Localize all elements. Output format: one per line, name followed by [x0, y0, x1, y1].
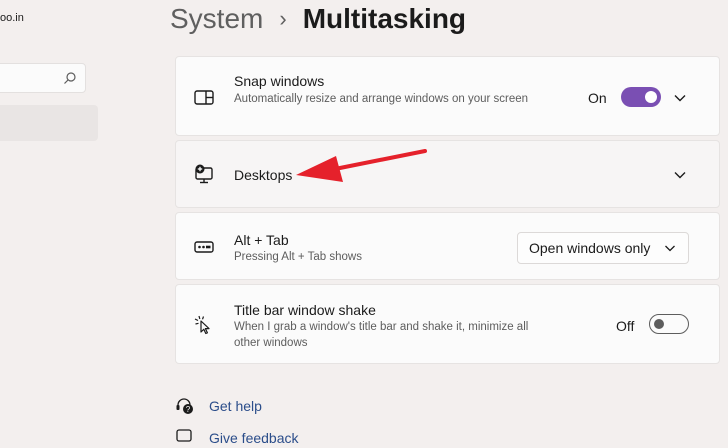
- breadcrumb-system[interactable]: System: [170, 3, 263, 35]
- svg-text:?: ?: [186, 405, 191, 414]
- help-icon: ?: [176, 398, 193, 414]
- give-feedback-label: Give feedback: [209, 430, 299, 446]
- get-help-label: Get help: [209, 398, 262, 414]
- chevron-down-icon[interactable]: [673, 168, 687, 182]
- feedback-icon: [176, 429, 192, 442]
- breadcrumb-separator: ›: [279, 6, 287, 31]
- page-title: Multitasking: [302, 3, 467, 34]
- title-bar-shake-toggle[interactable]: [649, 314, 689, 334]
- title-bar-shake-description: When I grab a window's title bar and sha…: [234, 321, 529, 349]
- snap-windows-toggle[interactable]: [621, 87, 661, 107]
- chevron-down-icon: [665, 245, 675, 252]
- snap-windows-state-label: On: [588, 90, 607, 106]
- search-input[interactable]: [0, 63, 86, 93]
- cursor-shake-icon: [194, 315, 210, 335]
- sidebar-item-system[interactable]: [0, 105, 98, 141]
- desktop-add-icon: [195, 164, 213, 184]
- account-email: oo.in: [0, 12, 24, 24]
- alt-tab-description: Pressing Alt + Tab shows: [234, 251, 362, 263]
- alt-tab-card: Alt + Tab Pressing Alt + Tab shows Open …: [175, 212, 720, 280]
- desktops-title: Desktops: [234, 167, 293, 183]
- alt-tab-selected-option: Open windows only: [529, 240, 651, 256]
- alt-tab-title: Alt + Tab: [234, 232, 289, 248]
- alt-tab-icon: [194, 241, 214, 253]
- breadcrumb: System › Multitasking: [170, 1, 466, 37]
- title-bar-shake-title: Title bar window shake: [234, 302, 376, 318]
- snap-windows-description: Automatically resize and arrange windows…: [234, 93, 529, 105]
- snap-layout-icon: [194, 90, 214, 105]
- snap-windows-card[interactable]: Snap windows Automatically resize and ar…: [175, 56, 720, 136]
- desktops-card[interactable]: Desktops: [175, 140, 720, 208]
- title-bar-shake-card: Title bar window shake When I grab a win…: [175, 284, 720, 364]
- snap-windows-title: Snap windows: [234, 73, 325, 89]
- get-help-link[interactable]: ? Get help: [175, 396, 262, 416]
- title-bar-shake-state-label: Off: [616, 318, 635, 334]
- chevron-down-icon[interactable]: [673, 91, 687, 105]
- give-feedback-link[interactable]: Give feedback: [175, 428, 299, 448]
- alt-tab-dropdown[interactable]: Open windows only: [517, 232, 689, 264]
- search-icon: [64, 72, 76, 84]
